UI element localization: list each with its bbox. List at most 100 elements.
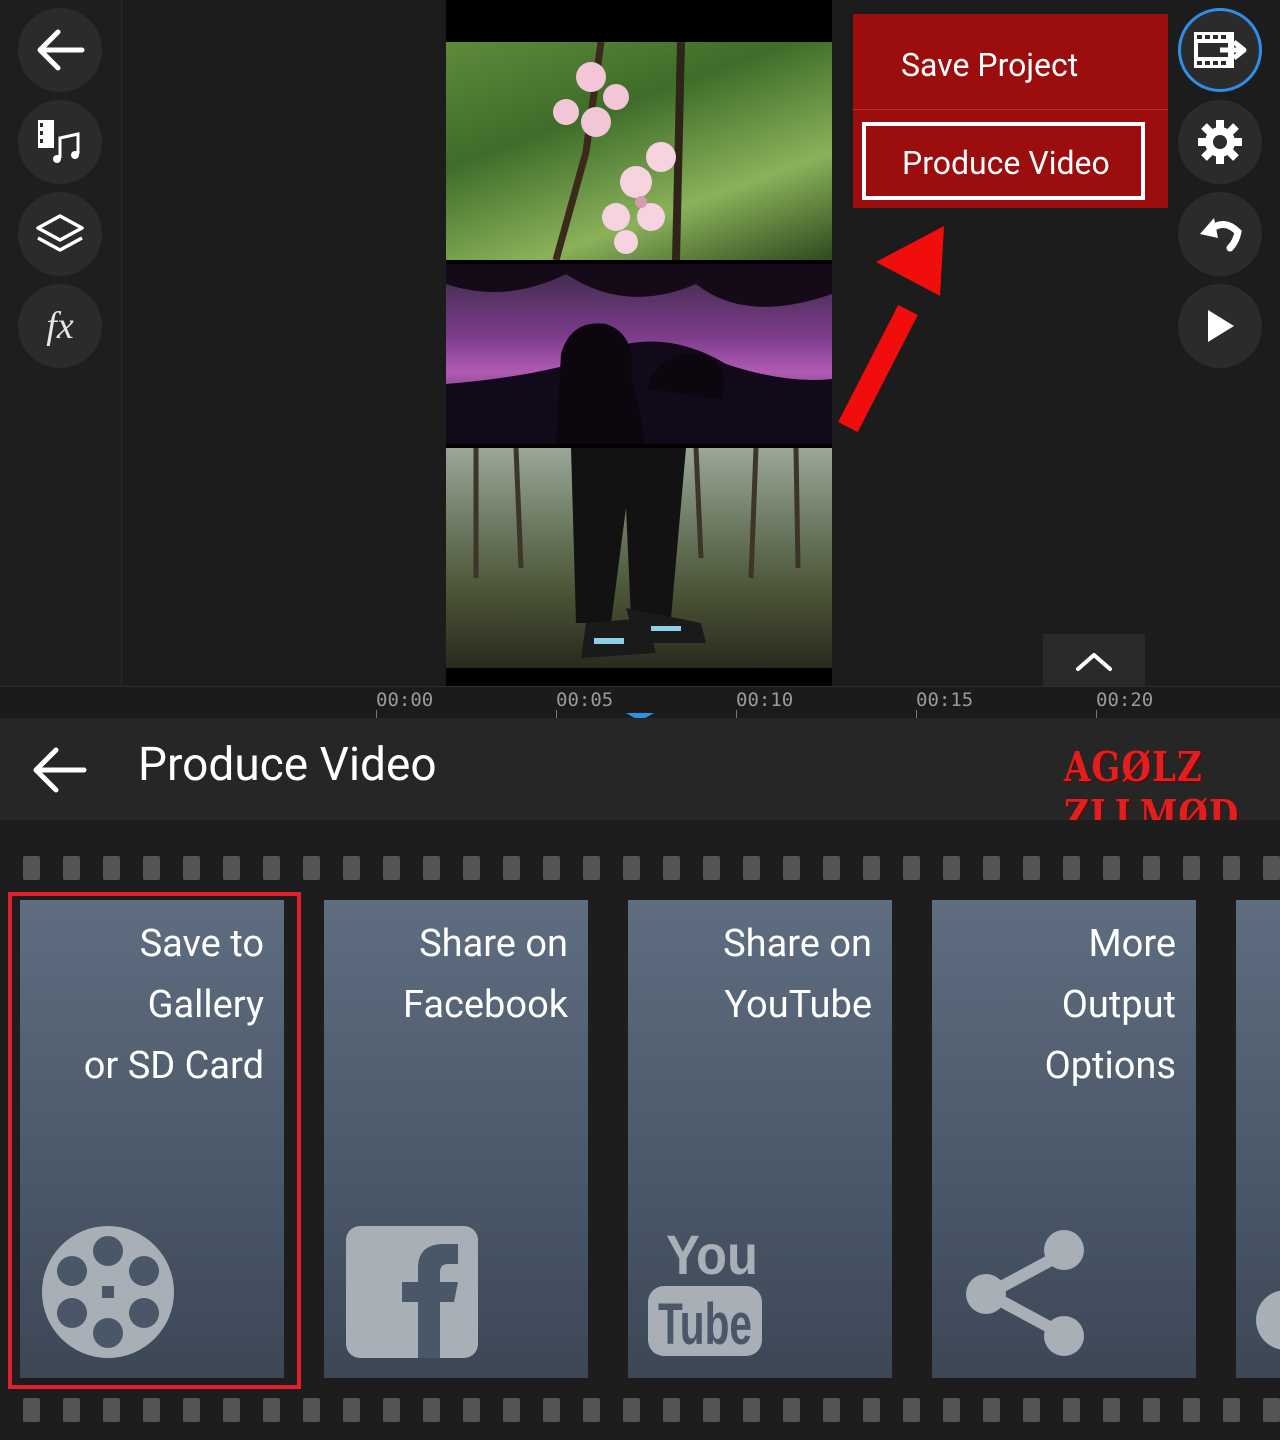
gear-icon	[1198, 120, 1242, 164]
film-sprocket-hole	[503, 1398, 520, 1422]
youtube-icon: You Tube	[648, 1223, 762, 1357]
film-sprocket-hole	[103, 856, 120, 880]
film-sprocket-hole	[823, 856, 840, 880]
play-icon	[1208, 310, 1234, 342]
film-sprocket-hole	[303, 856, 320, 880]
film-sprocket-hole	[343, 1398, 360, 1422]
layers-icon	[36, 214, 84, 252]
film-sprocket-hole	[1183, 856, 1200, 880]
settings-button[interactable]	[1178, 100, 1262, 184]
film-sprocket-hole	[623, 1398, 640, 1422]
film-sprocket-hole	[303, 1398, 320, 1422]
card-label-line: Output	[1061, 983, 1176, 1027]
film-sprocket-hole	[263, 856, 280, 880]
film-sprocket-hole	[423, 856, 440, 880]
film-sprocket-hole	[263, 1398, 280, 1422]
film-sprocket-hole	[863, 1398, 880, 1422]
output-options-filmstrip: Save to Gallery or SD Card Share on Face…	[0, 820, 1280, 1440]
facebook-icon	[346, 1226, 478, 1358]
film-sprocket-hole	[423, 1398, 440, 1422]
film-sprocket-hole	[943, 1398, 960, 1422]
preview-clip-flowers	[446, 42, 832, 260]
card-label-line: YouTube	[724, 983, 872, 1027]
chevron-up-icon	[1076, 653, 1112, 671]
film-sprocket-hole	[463, 1398, 480, 1422]
produce-video-menu-item[interactable]: Produce Video	[862, 122, 1145, 200]
film-sprocket-hole	[903, 1398, 920, 1422]
film-sprocket-hole	[1063, 856, 1080, 880]
timeline-tick	[1096, 710, 1097, 718]
undo-button[interactable]	[1178, 192, 1262, 276]
page-title: Produce Video	[138, 738, 437, 792]
film-sprocket-hole	[23, 856, 40, 880]
share-facebook-card[interactable]: Share on Facebook	[324, 900, 588, 1378]
film-sprocket-hole	[183, 1398, 200, 1422]
timeline-tick	[556, 710, 557, 718]
produce-video-header: Produce Video AGØLZ ZLLMØD	[0, 718, 1280, 840]
film-sprocket-hole	[1143, 856, 1160, 880]
film-sprocket-hole	[183, 856, 200, 880]
export-button[interactable]	[1178, 8, 1262, 92]
film-sprocket-hole	[863, 856, 880, 880]
timeline-tick	[736, 710, 737, 718]
film-sprocket-hole	[783, 856, 800, 880]
film-sprocket-hole	[1023, 856, 1040, 880]
film-sprocket-hole	[1023, 1398, 1040, 1422]
svg-text:You: You	[666, 1223, 758, 1286]
film-sprocket-hole	[1183, 1398, 1200, 1422]
film-sprocket-hole	[1263, 856, 1280, 880]
film-sprocket-hole	[1223, 1398, 1240, 1422]
timeline-tick-label: 00:20	[1096, 689, 1154, 711]
film-sprocket-hole	[383, 1398, 400, 1422]
effects-button[interactable]: fx	[18, 284, 102, 368]
card-label-line: Share on	[723, 922, 872, 966]
timeline-tick-label: 00:00	[376, 689, 434, 711]
play-button[interactable]	[1178, 284, 1262, 368]
arrow-left-icon[interactable]	[28, 742, 92, 798]
film-sprocket-hole	[583, 1398, 600, 1422]
film-sprocket-hole	[943, 856, 960, 880]
svg-text:Tube: Tube	[658, 1292, 752, 1357]
partial-output-card[interactable]	[1236, 900, 1280, 1378]
film-sprocket-hole	[903, 856, 920, 880]
film-sprocket-hole	[23, 1398, 40, 1422]
save-option-highlight	[8, 892, 301, 1389]
film-sprocket-hole	[343, 856, 360, 880]
film-sprocket-hole	[143, 1398, 160, 1422]
share-youtube-card[interactable]: Share on YouTube You Tube	[628, 900, 892, 1378]
timeline-tick	[916, 710, 917, 718]
video-preview[interactable]	[446, 0, 832, 686]
left-toolbar: fx	[0, 0, 122, 688]
card-label-line: More	[1088, 922, 1176, 966]
media-button[interactable]	[18, 100, 102, 184]
more-output-options-card[interactable]: More Output Options	[932, 900, 1196, 1378]
film-sprocket-hole	[983, 856, 1000, 880]
card-label-line: Options	[1044, 1044, 1176, 1088]
film-sprocket-hole	[1223, 856, 1240, 880]
film-sprocket-hole	[823, 1398, 840, 1422]
film-sprocket-hole	[743, 1398, 760, 1422]
film-sprocket-hole	[103, 1398, 120, 1422]
back-button[interactable]	[18, 8, 102, 92]
collapse-panel-button[interactable]	[1043, 634, 1145, 688]
timeline-ruler[interactable]: 00:00 00:05 00:10 00:15 00:20	[0, 686, 1280, 721]
preview-clip-forest	[446, 448, 832, 668]
film-sprocket-hole	[1263, 1398, 1280, 1422]
film-sprocket-hole	[463, 856, 480, 880]
card-label: Share on YouTube	[632, 914, 872, 1036]
card-label-line: Facebook	[402, 983, 568, 1027]
card-label-line: Share on	[419, 922, 568, 966]
film-sprocket-hole	[583, 856, 600, 880]
film-sprocket-hole	[543, 1398, 560, 1422]
card-label: Share on Facebook	[328, 914, 568, 1036]
right-toolbar	[1168, 0, 1280, 688]
film-sprocket-hole	[663, 856, 680, 880]
film-sprocket-hole	[1143, 1398, 1160, 1422]
film-sprocket-hole	[143, 856, 160, 880]
save-project-menu-item[interactable]: Save Project	[853, 14, 1168, 110]
film-sprocket-hole	[623, 856, 640, 880]
film-sprocket-hole	[983, 1398, 1000, 1422]
layers-button[interactable]	[18, 192, 102, 276]
film-sprocket-hole	[223, 1398, 240, 1422]
film-sprocket-hole	[703, 856, 720, 880]
